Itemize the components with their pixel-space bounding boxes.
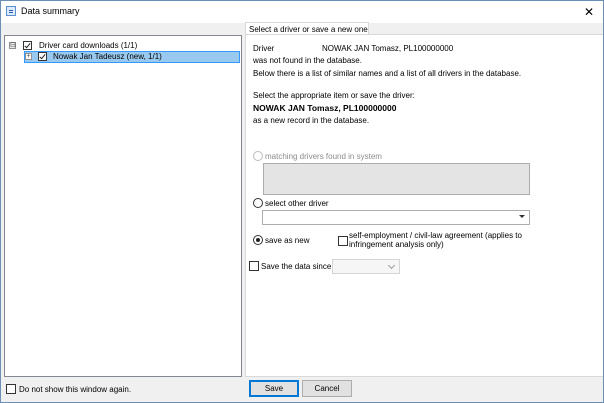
driver-name: NOWAK JAN Tomasz, PL100000000 xyxy=(322,44,454,53)
chevron-down-icon[interactable] xyxy=(387,261,396,270)
window-title: Data summary xyxy=(21,6,80,16)
tree-child-label: Nowak Jan Tadeusz (new, 1/1) xyxy=(53,52,162,61)
driver-name-bold: NOWAK JAN Tomasz, PL100000000 xyxy=(253,103,397,113)
save-since-label: Save the data since xyxy=(261,262,332,271)
other-driver-combo[interactable] xyxy=(262,210,530,225)
expand-icon[interactable]: + xyxy=(25,53,32,60)
dont-show-checkbox[interactable] xyxy=(6,384,16,394)
select-other-driver-radio[interactable] xyxy=(253,198,263,208)
select-other-driver-label: select other driver xyxy=(265,199,329,208)
save-as-new-radio[interactable] xyxy=(253,235,263,245)
window-icon xyxy=(6,6,16,16)
matching-drivers-label: matching drivers found in system xyxy=(265,152,382,161)
matching-drivers-radio[interactable] xyxy=(253,151,263,161)
tree-child-checkbox[interactable] xyxy=(38,52,47,61)
tree-root-checkbox[interactable] xyxy=(23,41,32,50)
chevron-down-icon[interactable] xyxy=(519,215,525,218)
self-employment-label-1: self-employment / civil-law agreement (a… xyxy=(349,231,522,240)
title-bar: Data summary ✕ xyxy=(1,1,603,23)
save-since-checkbox[interactable] xyxy=(249,261,259,271)
dont-show-label: Do not show this window again. xyxy=(19,385,132,394)
cancel-button[interactable]: Cancel xyxy=(302,380,352,397)
self-employment-label-2: infringement analysis only) xyxy=(349,240,444,249)
collapse-icon[interactable]: ⊟ xyxy=(9,42,16,49)
as-new-text: as a new record in the database. xyxy=(253,116,370,125)
driver-tree[interactable]: ⊟ Driver card downloads (1/1) + Nowak Ja… xyxy=(4,35,242,377)
matching-drivers-list xyxy=(263,163,530,195)
self-employment-checkbox[interactable] xyxy=(338,236,348,246)
not-found-text: was not found in the database. xyxy=(253,56,362,65)
save-as-new-label: save as new xyxy=(265,236,310,245)
tree-child-row[interactable]: + Nowak Jan Tadeusz (new, 1/1) xyxy=(23,51,239,63)
driver-label: Driver xyxy=(253,44,275,53)
save-button[interactable]: Save xyxy=(249,380,299,397)
close-icon[interactable]: ✕ xyxy=(575,1,603,23)
save-since-date-picker[interactable] xyxy=(332,259,400,274)
select-prompt: Select the appropriate item or save the … xyxy=(253,91,415,100)
below-text: Below there is a list of similar names a… xyxy=(253,69,522,78)
